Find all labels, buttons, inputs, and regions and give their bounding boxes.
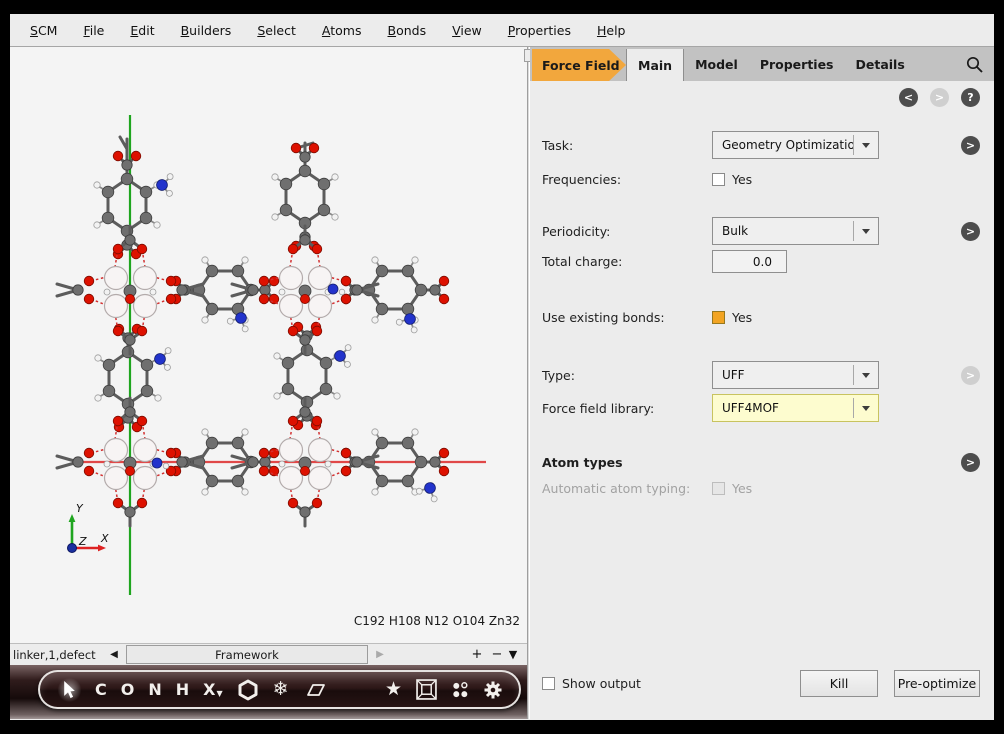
total-charge-input[interactable]: 0.0 bbox=[712, 250, 787, 273]
dropdown-arrow-icon[interactable] bbox=[853, 135, 878, 155]
back-button[interactable]: < bbox=[899, 88, 918, 107]
menu-builders[interactable]: Builders bbox=[181, 23, 232, 38]
menu-properties[interactable]: Properties bbox=[508, 23, 571, 38]
task-row: Task: Geometry Optimization > bbox=[542, 131, 980, 159]
automatic-atom-typing-checkbox bbox=[712, 482, 725, 495]
menu-select[interactable]: Select bbox=[257, 23, 296, 38]
force-field-library-row: Force field library: UFF4MOF bbox=[542, 394, 980, 422]
fragments-dots-icon[interactable] bbox=[451, 681, 469, 699]
task-detail-button[interactable]: > bbox=[961, 136, 980, 155]
axis-label-z: Z bbox=[78, 535, 87, 548]
type-dropdown[interactable]: UFF bbox=[712, 361, 879, 389]
periodicity-label: Periodicity: bbox=[542, 224, 712, 239]
element-picker-button[interactable]: X▼ bbox=[203, 682, 223, 698]
panel-nav-row: < > ? bbox=[542, 88, 980, 107]
use-existing-bonds-label: Use existing bonds: bbox=[542, 310, 712, 325]
show-output-checkbox[interactable] bbox=[542, 677, 555, 690]
atom-types-detail-button[interactable]: > bbox=[961, 453, 980, 472]
builder-toolbar: C O N H X▼ ❄ ★ bbox=[10, 665, 527, 719]
element-nitrogen-button[interactable]: N bbox=[148, 682, 161, 698]
menu-edit[interactable]: Edit bbox=[130, 23, 154, 38]
task-label: Task: bbox=[542, 138, 712, 153]
forward-button[interactable]: > bbox=[930, 88, 949, 107]
panel-splitter[interactable] bbox=[527, 47, 530, 719]
type-row: Type: UFF > bbox=[542, 361, 980, 389]
menu-file[interactable]: File bbox=[83, 23, 104, 38]
frequencies-label: Frequencies: bbox=[542, 172, 712, 187]
tab-model[interactable]: Model bbox=[684, 47, 749, 81]
menu-view[interactable]: View bbox=[452, 23, 482, 38]
menu-help[interactable]: Help bbox=[597, 23, 626, 38]
panel-footer: Show output Kill Pre-optimize bbox=[542, 670, 980, 697]
chemical-formula: C192 H108 N12 O104 Zn32 bbox=[354, 614, 520, 628]
atom-types-label: Atom types bbox=[542, 455, 712, 470]
tab-details[interactable]: Details bbox=[845, 47, 916, 81]
type-detail-button: > bbox=[961, 366, 980, 385]
dropdown-arrow-icon[interactable] bbox=[853, 221, 878, 241]
next-frame-icon[interactable]: ▶ bbox=[372, 649, 388, 660]
builder-toolbar-pill: C O N H X▼ ❄ ★ bbox=[38, 670, 521, 709]
periodicity-dropdown[interactable]: Bulk bbox=[712, 217, 879, 245]
frame-strip: linker,1,defect ◀ Framework ▶ + − ▼ bbox=[10, 643, 527, 665]
frequencies-checkbox[interactable] bbox=[712, 173, 725, 186]
element-oxygen-button[interactable]: O bbox=[121, 682, 135, 698]
menu-scm[interactable]: SCM bbox=[30, 23, 57, 38]
menu-bar: SCM File Edit Builders Select Atoms Bond… bbox=[10, 14, 994, 47]
periodicity-detail-button[interactable]: > bbox=[961, 222, 980, 241]
module-tab-force-field[interactable]: Force Field bbox=[532, 49, 626, 81]
panel-tab-bar: Force Field Main Model Properties Detail… bbox=[530, 47, 994, 81]
use-existing-bonds-row: Use existing bonds: Yes bbox=[542, 307, 980, 327]
total-charge-row: Total charge: 0.0 bbox=[542, 250, 980, 273]
molecule-canvas[interactable]: Y X Z C192 H108 N12 O104 Zn32 bbox=[10, 47, 527, 643]
force-field-panel: Force Field Main Model Properties Detail… bbox=[530, 47, 994, 719]
element-carbon-button[interactable]: C bbox=[95, 682, 107, 698]
favorites-star-icon[interactable]: ★ bbox=[385, 680, 402, 699]
molecule-viewer-column: Y X Z C192 H108 N12 O104 Zn32 linker,1,d… bbox=[10, 47, 527, 719]
force-field-library-label: Force field library: bbox=[542, 401, 712, 416]
automatic-atom-typing-row: Automatic atom typing: Yes bbox=[542, 478, 980, 498]
tab-main[interactable]: Main bbox=[626, 49, 684, 81]
plane-tool-icon[interactable] bbox=[303, 681, 327, 699]
element-hydrogen-button[interactable]: H bbox=[176, 682, 189, 698]
use-existing-bonds-checkbox[interactable] bbox=[712, 311, 725, 324]
remove-frame-button[interactable]: − bbox=[487, 647, 507, 662]
crystal-tool-icon[interactable]: ❄ bbox=[273, 680, 289, 699]
preoptimize-button[interactable]: Pre-optimize bbox=[894, 670, 980, 697]
type-label: Type: bbox=[542, 368, 712, 383]
prev-frame-icon[interactable]: ◀ bbox=[106, 649, 122, 660]
kill-button[interactable]: Kill bbox=[800, 670, 878, 697]
pointer-tool-icon[interactable] bbox=[58, 677, 81, 703]
frequencies-row: Frequencies: Yes bbox=[542, 169, 980, 189]
automatic-atom-typing-label: Automatic atom typing: bbox=[542, 481, 712, 496]
menu-bonds[interactable]: Bonds bbox=[388, 23, 427, 38]
tab-properties[interactable]: Properties bbox=[749, 47, 845, 81]
total-charge-label: Total charge: bbox=[542, 254, 712, 269]
force-field-library-dropdown[interactable]: UFF4MOF bbox=[712, 394, 879, 422]
fragment-tab-linker[interactable]: linker,1,defect bbox=[10, 648, 106, 662]
task-dropdown[interactable]: Geometry Optimization bbox=[712, 131, 879, 159]
help-button[interactable]: ? bbox=[961, 88, 980, 107]
ring-tool-icon[interactable] bbox=[237, 679, 259, 701]
periodicity-row: Periodicity: Bulk > bbox=[542, 217, 980, 245]
show-output-label: Show output bbox=[562, 676, 641, 691]
add-frame-button[interactable]: + bbox=[467, 647, 487, 662]
axis-label-x: X bbox=[100, 532, 109, 545]
fragment-tab-framework[interactable]: Framework bbox=[126, 645, 368, 664]
settings-gear-icon[interactable] bbox=[483, 680, 503, 700]
periodic-box-icon[interactable] bbox=[416, 679, 437, 700]
dropdown-arrow-icon[interactable] bbox=[853, 365, 878, 385]
dropdown-arrow-icon[interactable] bbox=[853, 398, 878, 418]
frame-menu-icon[interactable]: ▼ bbox=[507, 648, 527, 661]
menu-atoms[interactable]: Atoms bbox=[322, 23, 362, 38]
atom-types-row: Atom types > bbox=[542, 452, 980, 472]
app-window: SCM File Edit Builders Select Atoms Bond… bbox=[10, 14, 994, 720]
viewer-background bbox=[10, 47, 527, 643]
search-icon[interactable] bbox=[965, 47, 994, 81]
